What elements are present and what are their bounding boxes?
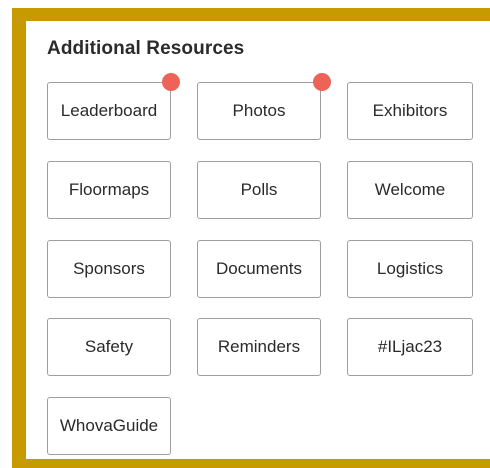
resource-tile-polls[interactable]: Polls <box>197 161 321 219</box>
highlight-frame-top <box>12 8 490 21</box>
resource-tile-label: Logistics <box>376 259 444 278</box>
resource-tile-documents[interactable]: Documents <box>197 240 321 298</box>
resource-tile-label: Photos <box>232 101 286 120</box>
resource-tile-hashtag[interactable]: #ILjac23 <box>347 318 473 376</box>
highlight-frame-bottom <box>12 459 490 468</box>
resources-screen: Additional Resources Leaderboard Photos … <box>0 0 490 468</box>
notification-dot-leaderboard <box>162 73 180 91</box>
resource-tile-label: Safety <box>84 337 134 356</box>
resource-tile-label: WhovaGuide <box>59 416 159 435</box>
highlight-frame-left <box>12 8 26 468</box>
resource-tile-label: Floormaps <box>68 180 150 199</box>
notification-dot-photos <box>313 73 331 91</box>
resource-tile-welcome[interactable]: Welcome <box>347 161 473 219</box>
resource-tile-logistics[interactable]: Logistics <box>347 240 473 298</box>
resource-tile-photos[interactable]: Photos <box>197 82 321 140</box>
resource-tile-floormaps[interactable]: Floormaps <box>47 161 171 219</box>
resource-tile-sponsors[interactable]: Sponsors <box>47 240 171 298</box>
resource-tile-label: Sponsors <box>73 259 145 278</box>
resource-tile-leaderboard[interactable]: Leaderboard <box>47 82 171 140</box>
resource-tile-safety[interactable]: Safety <box>47 318 171 376</box>
resource-tile-label: Exhibitors <box>372 101 448 120</box>
resource-tile-label: Welcome <box>374 180 446 199</box>
resource-tile-label: #ILjac23 <box>377 337 443 356</box>
resource-tile-reminders[interactable]: Reminders <box>197 318 321 376</box>
resource-tile-whovaguide[interactable]: WhovaGuide <box>47 397 171 455</box>
resource-tile-label: Reminders <box>217 337 301 356</box>
resource-tile-label: Documents <box>216 259 302 278</box>
resource-tile-label: Leaderboard <box>60 101 158 120</box>
section-title: Additional Resources <box>47 38 245 59</box>
resource-tile-exhibitors[interactable]: Exhibitors <box>347 82 473 140</box>
resource-tile-label: Polls <box>240 180 278 199</box>
